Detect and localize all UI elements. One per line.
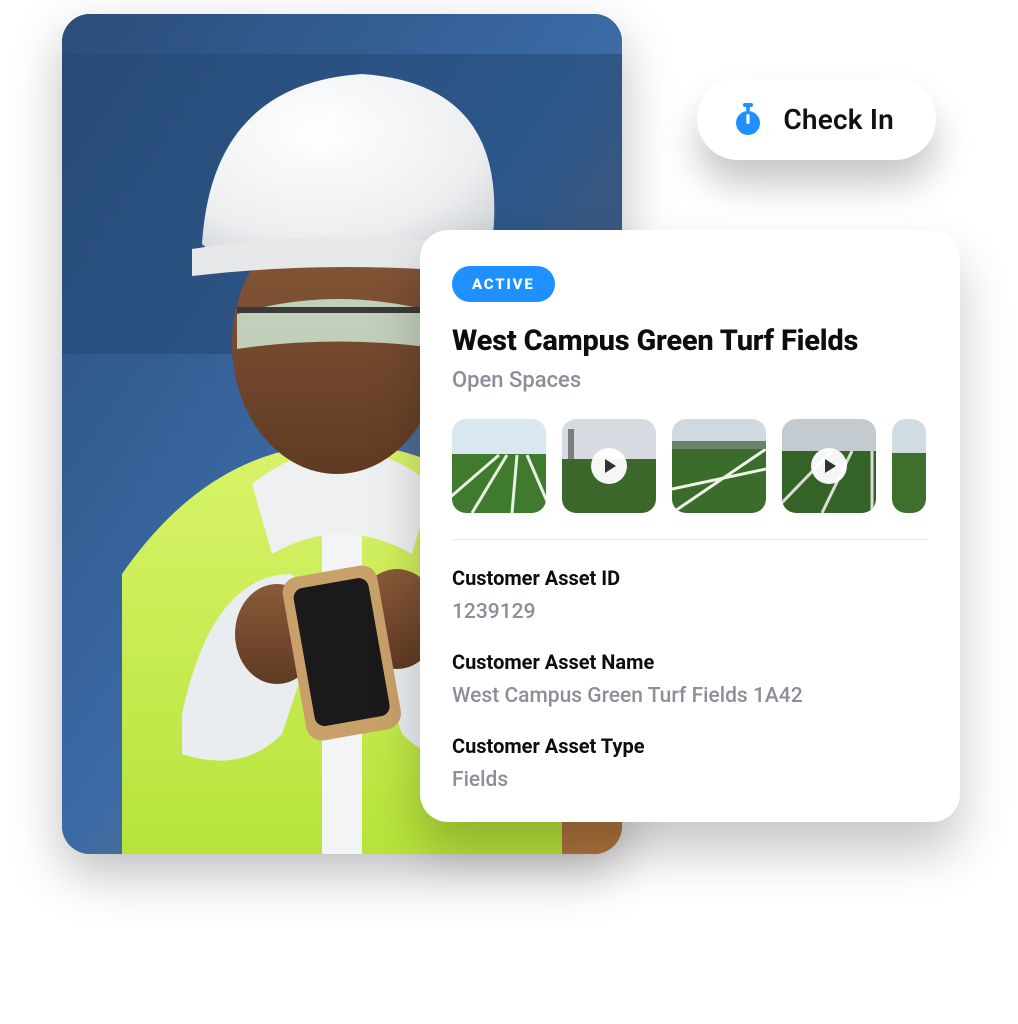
play-icon bbox=[811, 448, 847, 484]
play-icon bbox=[591, 448, 627, 484]
field-label: Customer Asset ID bbox=[452, 566, 928, 590]
field-label: Customer Asset Name bbox=[452, 650, 928, 674]
status-badge: ACTIVE bbox=[452, 266, 555, 302]
divider bbox=[452, 539, 928, 540]
field-label: Customer Asset Type bbox=[452, 734, 928, 758]
asset-detail-card: ACTIVE West Campus Green Turf Fields Ope… bbox=[420, 230, 960, 822]
asset-category: Open Spaces bbox=[452, 368, 928, 393]
media-thumb-5[interactable] bbox=[892, 419, 926, 513]
media-thumbnails bbox=[420, 419, 960, 513]
check-in-label: Check In bbox=[783, 103, 894, 136]
media-thumb-1[interactable] bbox=[452, 419, 546, 513]
field-value: Fields bbox=[452, 768, 928, 792]
stopwatch-icon bbox=[731, 102, 765, 136]
field-value: 1239129 bbox=[452, 600, 928, 624]
field-asset-name: Customer Asset Name West Campus Green Tu… bbox=[420, 650, 960, 708]
field-asset-id: Customer Asset ID 1239129 bbox=[420, 566, 960, 624]
check-in-button[interactable]: Check In bbox=[697, 78, 936, 160]
field-value: West Campus Green Turf Fields 1A42 bbox=[452, 684, 928, 708]
field-asset-type: Customer Asset Type Fields bbox=[420, 734, 960, 792]
media-thumb-4[interactable] bbox=[782, 419, 876, 513]
asset-title: West Campus Green Turf Fields bbox=[452, 324, 928, 358]
media-thumb-3[interactable] bbox=[672, 419, 766, 513]
media-thumb-2[interactable] bbox=[562, 419, 656, 513]
